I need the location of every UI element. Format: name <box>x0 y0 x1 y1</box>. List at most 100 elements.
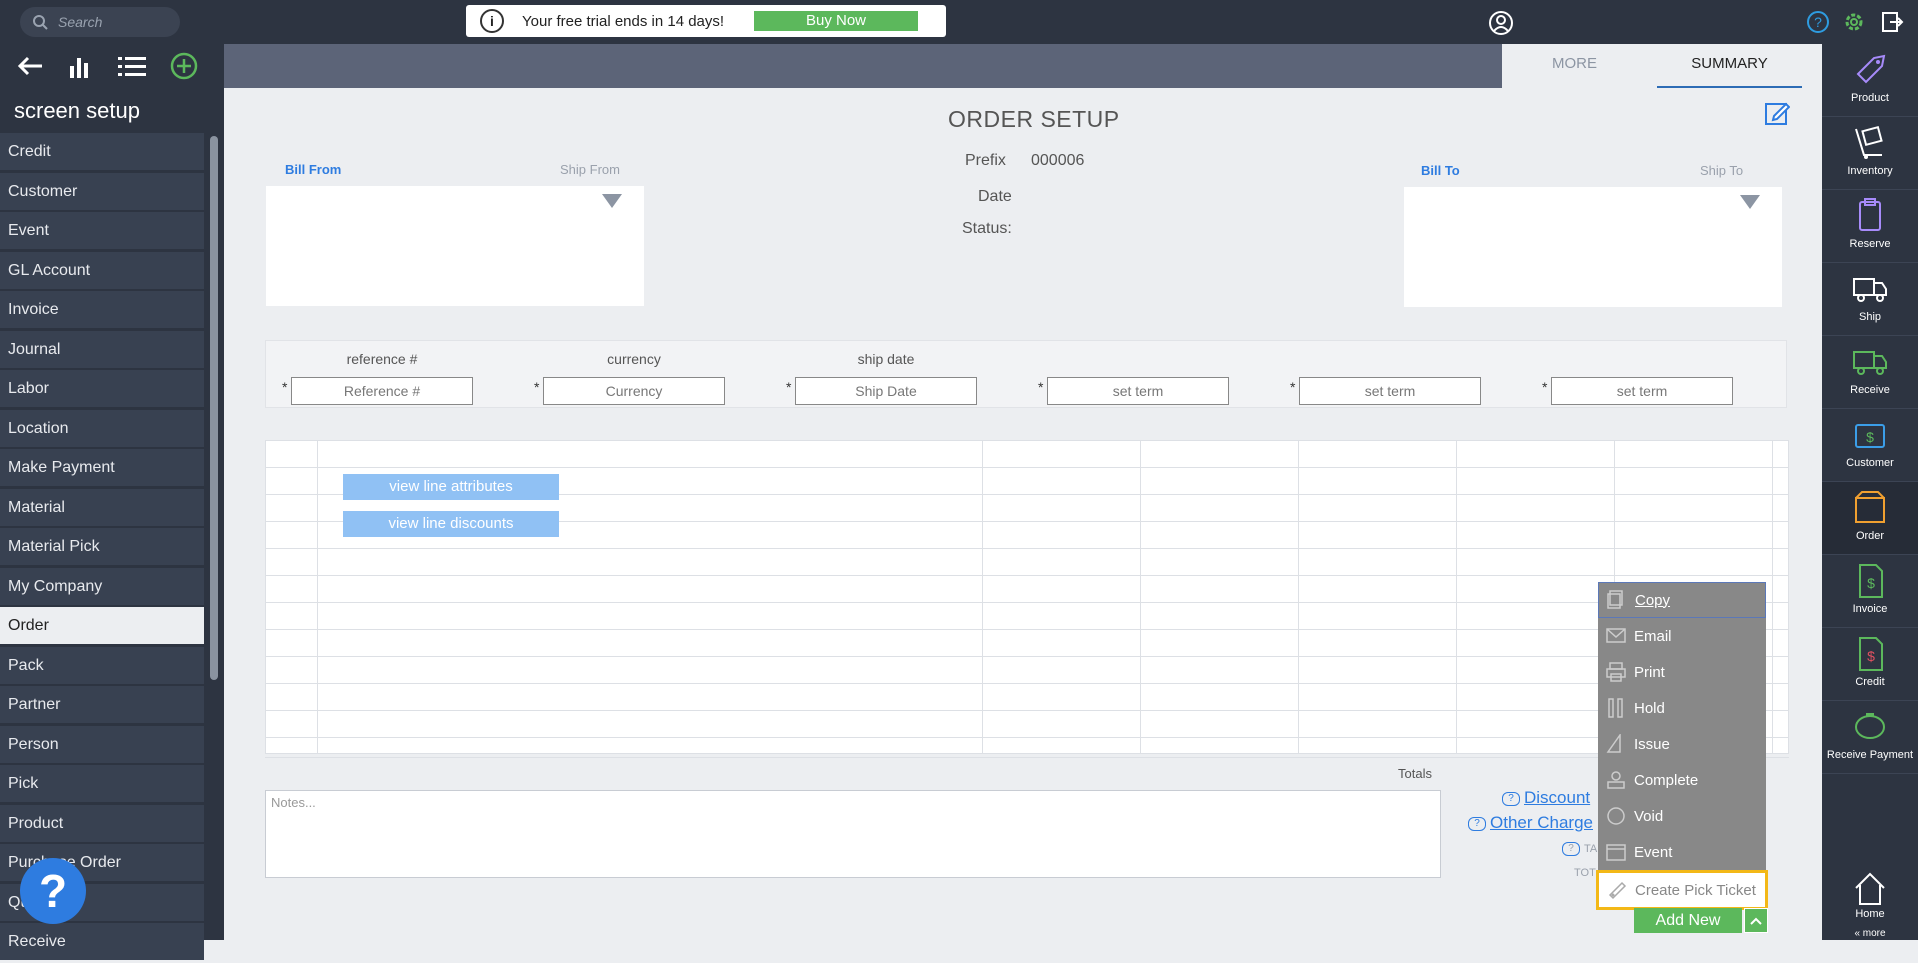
chevron-up-icon[interactable] <box>1744 908 1768 933</box>
sidebar-item-location[interactable]: Location <box>0 409 204 447</box>
field-input[interactable]: Currency <box>543 377 725 405</box>
rightbar-item-label: Product <box>1851 92 1889 104</box>
sidebar-item-partner[interactable]: Partner <box>0 686 204 723</box>
menu-item-label: Issue <box>1634 735 1670 753</box>
list-icon[interactable] <box>118 55 146 77</box>
user-icon[interactable] <box>1488 10 1514 36</box>
discount-link[interactable]: ? Discount <box>1502 788 1590 808</box>
field-header: reference # <box>346 351 418 367</box>
rightbar-item-label: Invoice <box>1852 603 1888 615</box>
rightbar-item-credit[interactable]: $ Credit <box>1822 628 1918 701</box>
sidebar-item-my-company[interactable]: My Company <box>0 567 204 605</box>
right-sidebar: Product Inventory Reserve Ship Receive $ Custo… <box>1822 44 1918 940</box>
sidebar-item-make-payment[interactable]: Make Payment <box>0 449 204 486</box>
rightbar-item-order[interactable]: Order <box>1822 482 1918 555</box>
add-new-button[interactable]: Add New <box>1634 908 1742 933</box>
rightbar-item-inventory[interactable]: Inventory <box>1822 117 1918 190</box>
sidebar-item-invoice[interactable]: Invoice <box>0 291 204 328</box>
sidebar-item-credit[interactable]: Credit <box>0 133 204 170</box>
menu-item-complete[interactable]: Complete <box>1598 762 1766 798</box>
rightbar-item-reserve[interactable]: Reserve <box>1822 190 1918 263</box>
menu-item-hold[interactable]: Hold <box>1598 690 1766 726</box>
ship-to-label[interactable]: Ship To <box>1700 163 1743 178</box>
view-line-discounts-button[interactable]: view line discounts <box>343 511 559 537</box>
gear-icon[interactable] <box>1842 10 1866 34</box>
bill-to-label[interactable]: Bill To <box>1421 163 1460 178</box>
rightbar-item-label: Reserve <box>1849 238 1891 250</box>
sidebar-item-labor[interactable]: Labor <box>0 370 204 407</box>
add-circle-icon[interactable] <box>170 52 198 80</box>
rightbar-item-ship[interactable]: Ship <box>1822 263 1918 336</box>
rightbar-item-label: Inventory <box>1847 165 1893 177</box>
field-header <box>1274 351 1506 369</box>
help-icon[interactable]: ? <box>1806 10 1830 34</box>
ship-from-label[interactable]: Ship From <box>560 162 620 177</box>
menu-item-label: Void <box>1634 807 1664 825</box>
bill-from-box[interactable] <box>266 186 644 306</box>
sidebar-item-pack[interactable]: Pack <box>0 646 204 684</box>
logout-icon[interactable] <box>1880 10 1904 34</box>
order-icon <box>1855 491 1885 523</box>
svg-text:?: ? <box>1814 14 1822 30</box>
sidebar-item-journal[interactable]: Journal <box>0 330 204 368</box>
field-input[interactable]: set term <box>1299 377 1481 405</box>
menu-item-void[interactable]: Void <box>1598 798 1766 834</box>
bar-chart-icon[interactable] <box>68 54 94 78</box>
rightbar-item-customer[interactable]: $ Customer <box>1822 409 1918 482</box>
comment-icon: ? <box>1562 842 1580 856</box>
bill-from-label[interactable]: Bill From <box>285 162 341 177</box>
menu-item-label: Hold <box>1634 699 1665 717</box>
view-line-attributes-button[interactable]: view line attributes <box>343 474 559 500</box>
comment-icon: ? <box>1502 791 1520 806</box>
back-arrow-icon[interactable] <box>16 55 44 77</box>
sidebar-scrollbar[interactable] <box>210 136 218 680</box>
menu-item-label: Print <box>1634 663 1665 681</box>
sidebar-item-material[interactable]: Material <box>0 488 204 526</box>
sidebar-item-receive[interactable]: Receive <box>0 923 204 960</box>
tab-summary[interactable]: SUMMARY <box>1657 44 1802 88</box>
sidebar-item-customer[interactable]: Customer <box>0 172 204 210</box>
buy-now-button[interactable]: Buy Now <box>754 11 918 31</box>
menu-item-create-pick-ticket[interactable]: Create Pick Ticket <box>1596 870 1768 910</box>
sidebar-item-order[interactable]: Order <box>0 607 204 644</box>
edit-icon[interactable] <box>1764 100 1791 131</box>
sidebar-item-person[interactable]: Person <box>0 725 204 763</box>
help-bubble-button[interactable]: ? <box>20 858 86 924</box>
sidebar-item-gl-account[interactable]: GL Account <box>0 251 204 289</box>
bill-to-box[interactable] <box>1404 187 1782 307</box>
sidebar-item-event[interactable]: Event <box>0 212 204 249</box>
more-link[interactable]: « more <box>1822 928 1918 939</box>
menu-item-email[interactable]: Email <box>1598 618 1766 654</box>
rightbar-item-product[interactable]: Product <box>1822 44 1918 117</box>
complete-icon <box>1607 771 1625 789</box>
sidebar-item-pick[interactable]: Pick <box>0 765 204 802</box>
home-button[interactable]: Home « more <box>1822 864 1918 940</box>
menu-item-copy[interactable]: Copy <box>1598 582 1766 618</box>
menu-item-print[interactable]: Print <box>1598 654 1766 690</box>
dropdown-triangle-icon[interactable] <box>1740 195 1760 209</box>
field-input[interactable]: set term <box>1551 377 1733 405</box>
sidebar-item-product[interactable]: Product <box>0 804 204 842</box>
tab-more[interactable]: MORE <box>1502 44 1647 88</box>
other-charges-link[interactable]: ? Other Charge <box>1468 813 1593 833</box>
field-input[interactable]: Reference # <box>291 377 473 405</box>
menu-item-label: Event <box>1634 843 1673 861</box>
rightbar-item-invoice[interactable]: $ Invoice <box>1822 555 1918 628</box>
field-input[interactable]: set term <box>1047 377 1229 405</box>
sidebar-item-material-pick[interactable]: Material Pick <box>0 528 204 565</box>
rightbar-item-label: Customer <box>1846 457 1894 469</box>
field-input[interactable]: Ship Date <box>795 377 977 405</box>
receive-payment-icon <box>1855 713 1885 739</box>
rightbar-item-label: Ship <box>1858 311 1882 323</box>
dropdown-triangle-icon[interactable] <box>602 194 622 208</box>
customer-icon: $ <box>1855 424 1885 448</box>
rightbar-item-receive-payment[interactable]: Receive Payment <box>1822 701 1918 774</box>
svg-text:$: $ <box>1867 648 1875 664</box>
notes-textarea[interactable]: Notes... <box>265 790 1441 878</box>
menu-item-issue[interactable]: Issue <box>1598 726 1766 762</box>
required-marker: * <box>1038 379 1044 395</box>
search-input[interactable]: Search <box>20 7 180 37</box>
event-icon <box>1606 844 1626 861</box>
menu-item-event[interactable]: Event <box>1598 834 1766 870</box>
rightbar-item-receive[interactable]: Receive <box>1822 336 1918 409</box>
